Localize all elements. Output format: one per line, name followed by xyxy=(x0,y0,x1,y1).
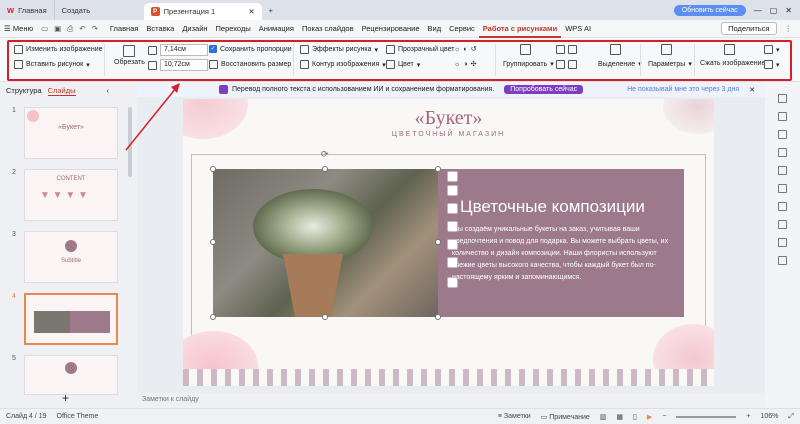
slide-notes[interactable]: Заметки к слайду xyxy=(137,393,765,408)
settings-icon[interactable] xyxy=(778,256,787,265)
history-icon[interactable] xyxy=(778,184,787,193)
bouquet-wrap xyxy=(283,254,343,317)
resize-handle[interactable] xyxy=(210,166,216,172)
resize-handle[interactable] xyxy=(322,166,328,172)
normal-view-icon[interactable]: ▥ xyxy=(600,413,607,421)
slide-4[interactable]: «Букет» ЦВЕТОЧНЫЙ МАГАЗИН Цветочные комп… xyxy=(183,99,714,386)
resize-handle[interactable] xyxy=(435,166,441,172)
shape-icon[interactable] xyxy=(778,112,787,121)
image-tool-icon[interactable] xyxy=(447,257,458,268)
resize-handle[interactable] xyxy=(435,239,441,245)
right-toolbar xyxy=(765,82,800,408)
zoom-slider[interactable] xyxy=(676,415,737,418)
fit-window-icon[interactable]: ⤢ xyxy=(788,413,794,421)
help-icon[interactable] xyxy=(778,238,787,247)
properties-icon[interactable] xyxy=(778,130,787,139)
status-bar: Слайд 4 / 19 Office Theme ≡ Заметки ▭ Пр… xyxy=(0,408,800,424)
layers-icon[interactable] xyxy=(447,185,458,196)
reading-view-icon[interactable]: ▯ xyxy=(633,413,637,421)
edit-image-icon[interactable] xyxy=(447,239,458,250)
resize-handle[interactable] xyxy=(210,239,216,245)
notes-toggle[interactable]: ≡ Заметки xyxy=(498,413,531,420)
resize-handle[interactable] xyxy=(322,314,328,320)
floating-close-icon[interactable] xyxy=(447,171,458,182)
play-slideshow-icon[interactable]: ▶ xyxy=(647,413,652,421)
zoom-out-icon[interactable]: − xyxy=(662,413,666,420)
slide-counter: Слайд 4 / 19 xyxy=(6,413,47,420)
adjust-icon[interactable] xyxy=(778,166,787,175)
bouquet-photo[interactable] xyxy=(213,169,438,317)
zoom-level[interactable]: 106% xyxy=(760,413,778,420)
slide-body-text[interactable]: Мы создаём уникальные букеты на заказ, у… xyxy=(452,224,677,284)
sorter-view-icon[interactable]: ▦ xyxy=(616,413,623,421)
slide-subtitle[interactable]: ЦВЕТОЧНЫЙ МАГАЗИН xyxy=(183,131,714,138)
more-tools-icon[interactable] xyxy=(447,277,458,288)
theme-name: Office Theme xyxy=(56,413,99,420)
leaf-border-bottom xyxy=(183,369,714,386)
transition-icon[interactable] xyxy=(778,220,787,229)
comment-toggle[interactable]: ▭ Примечание xyxy=(541,413,590,421)
text-panel[interactable]: Цветочные композиции Мы создаём уникальн… xyxy=(438,169,684,317)
crop-tool-icon[interactable] xyxy=(447,203,458,214)
animation-icon[interactable] xyxy=(778,202,787,211)
zoom-icon[interactable] xyxy=(447,221,458,232)
rotate-handle-icon[interactable]: ⟳ xyxy=(321,149,329,160)
resize-handle[interactable] xyxy=(210,314,216,320)
bouquet-greenery xyxy=(253,189,373,264)
ai-assistant-icon[interactable] xyxy=(778,148,787,157)
slide-title[interactable]: «Букет» xyxy=(183,107,714,130)
zoom-in-icon[interactable]: + xyxy=(746,413,750,420)
resize-handle[interactable] xyxy=(435,314,441,320)
pen-icon[interactable] xyxy=(778,94,787,103)
slide-heading[interactable]: Цветочные композиции xyxy=(460,197,645,217)
